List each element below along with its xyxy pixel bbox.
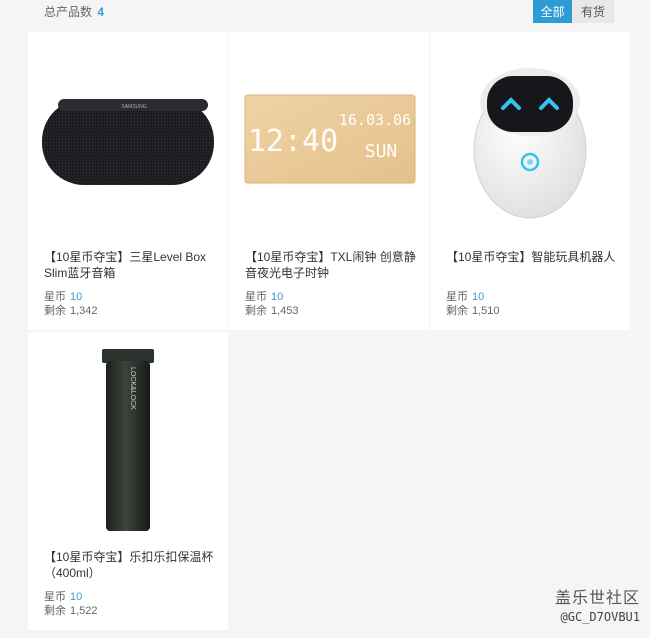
svg-text:SAMSUNG: SAMSUNG: [121, 104, 146, 110]
watermark-user: @GC_D7OVBU1: [560, 610, 640, 624]
product-card-clock[interactable]: 12:40 16.03.06 SUN 【10星币夺宝】TXL闹钟 创意静音夜光电…: [229, 32, 429, 330]
product-stock: 剩余 1,453: [245, 305, 299, 317]
product-card-thermos[interactable]: LOCK&LOCK 【10星币夺宝】乐扣乐扣保温杯（400ml） 星币 10 剩余…: [28, 332, 228, 630]
filter-group: 全部 有货: [533, 0, 614, 23]
product-card-speaker[interactable]: SAMSUNG 【10星币夺宝】三星Level Box Slim蓝牙音箱 星币 1…: [28, 32, 228, 330]
product-title[interactable]: 【10星币夺宝】智能玩具机器人: [446, 249, 622, 265]
clock-day-text: SUN: [365, 141, 398, 162]
product-title[interactable]: 【10星币夺宝】TXL闹钟 创意静音夜光电子时钟: [245, 249, 421, 281]
total-label: 总产品数: [44, 5, 93, 19]
clock-time-text: 12:40: [248, 124, 338, 159]
thermos-image[interactable]: LOCK&LOCK: [28, 332, 228, 542]
total-count: 4: [97, 5, 105, 19]
thermos-brand-text: LOCK&LOCK: [129, 367, 136, 410]
product-stock: 剩余 1,342: [44, 305, 98, 317]
robot-image[interactable]: [430, 32, 630, 242]
speaker-image[interactable]: SAMSUNG: [28, 32, 228, 242]
product-title[interactable]: 【10星币夺宝】乐扣乐扣保温杯（400ml）: [44, 549, 220, 581]
product-stock: 剩余 1,522: [44, 605, 98, 617]
watermark: 盖乐世社区 @GC_D7OVBU1: [555, 584, 640, 624]
filter-all-button[interactable]: 全部: [533, 0, 572, 23]
clock-image[interactable]: 12:40 16.03.06 SUN: [229, 32, 429, 242]
filter-in-stock-button[interactable]: 有货: [572, 0, 614, 23]
product-stock: 剩余 1,510: [446, 305, 500, 317]
product-card-robot[interactable]: 【10星币夺宝】智能玩具机器人 星币 10 剩余 1,510: [430, 32, 630, 330]
total-products: 总产品数 4: [44, 3, 104, 20]
watermark-site: 盖乐世社区: [554, 590, 640, 607]
toolbar: 总产品数 4 全部 有货: [0, 0, 650, 28]
clock-date-text: 16.03.06: [339, 111, 411, 129]
product-title[interactable]: 【10星币夺宝】三星Level Box Slim蓝牙音箱: [44, 249, 220, 281]
